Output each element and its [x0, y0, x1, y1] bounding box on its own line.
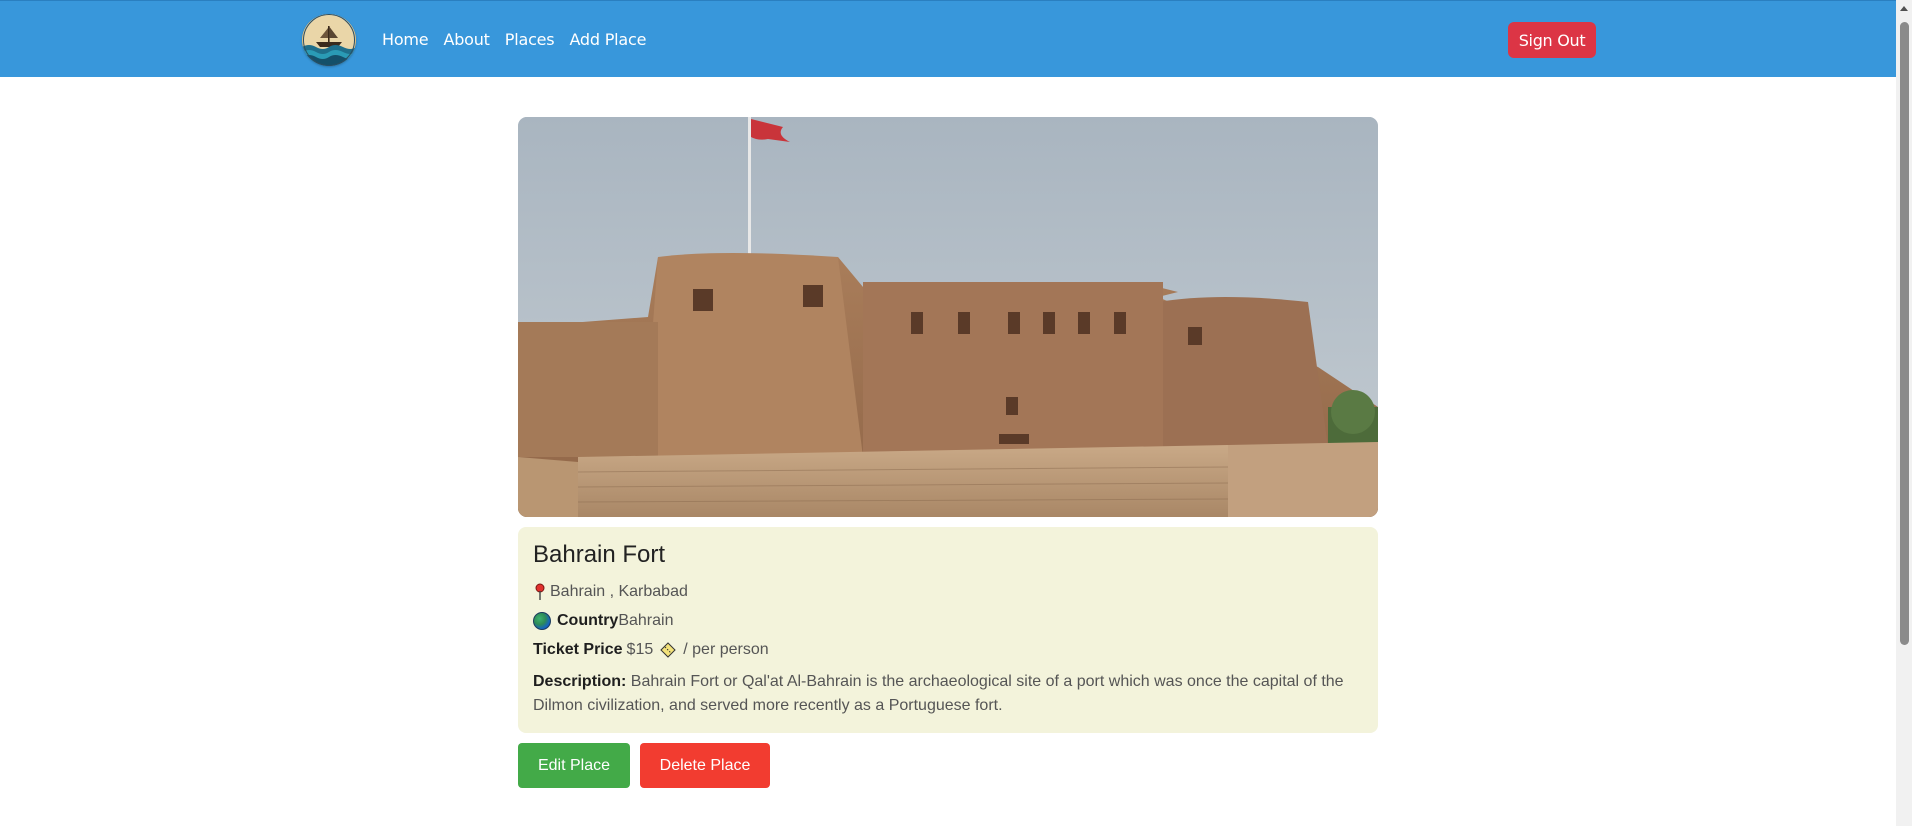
fort-photo — [518, 117, 1378, 517]
nav-home-link[interactable]: Home — [382, 30, 429, 49]
ticket-row: Ticket Price $15 / per person — [533, 639, 1364, 661]
country-row: Country Bahrain — [533, 610, 1364, 632]
description-label: Description: — [533, 673, 627, 690]
ticket-unit: / per person — [683, 641, 769, 658]
location-row: Bahrain , Karbabad — [533, 581, 1364, 603]
page: Home About Places Add Place Sign Out Bah… — [0, 0, 1912, 826]
delete-place-button[interactable]: Delete Place — [640, 743, 770, 788]
ticket-label: Ticket Price — [533, 641, 623, 658]
scrollbar-thumb[interactable] — [1900, 22, 1909, 645]
scroll-up-arrow-icon[interactable] — [1900, 6, 1908, 11]
description: Description: Bahrain Fort or Qal'at Al-B… — [533, 670, 1363, 718]
globe-icon — [533, 612, 551, 630]
nav-about-link[interactable]: About — [443, 30, 490, 49]
sign-out-button[interactable]: Sign Out — [1508, 22, 1596, 58]
country-label: Country — [557, 612, 619, 629]
ticket-price: $15 — [626, 641, 654, 658]
edit-place-button[interactable]: Edit Place — [518, 743, 630, 788]
navbar: Home About Places Add Place Sign Out — [0, 0, 1896, 77]
place-info-card: Bahrain Fort Bahrain , Karbabad Country … — [518, 527, 1378, 733]
pin-icon — [533, 583, 547, 601]
nav-add-place-link[interactable]: Add Place — [569, 30, 646, 49]
nav-links: Home About Places Add Place — [382, 1, 661, 78]
ticket-icon — [659, 642, 677, 658]
description-text: Bahrain Fort or Qal'at Al-Bahrain is the… — [533, 673, 1344, 714]
ship-logo-icon[interactable] — [302, 14, 356, 66]
location-text: Bahrain , Karbabad — [550, 583, 688, 600]
place-title: Bahrain Fort — [533, 541, 666, 568]
vertical-scrollbar[interactable] — [1896, 0, 1912, 826]
nav-places-link[interactable]: Places — [505, 30, 555, 49]
country-value: Bahrain — [618, 612, 674, 629]
